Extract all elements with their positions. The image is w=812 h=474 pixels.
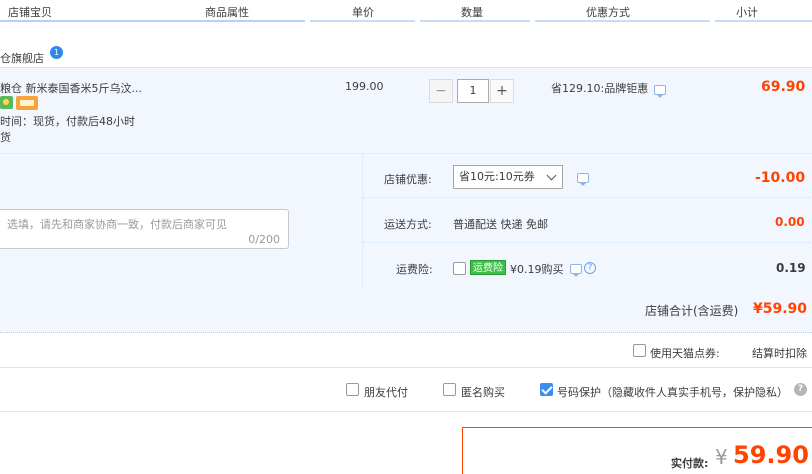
insurance-text: ¥0.19购买	[510, 263, 564, 276]
column-discount: 优惠方式	[586, 6, 630, 19]
delivery-fee: 0.00	[775, 215, 805, 229]
delivery-label: 运送方式:	[384, 218, 432, 231]
quantity-input[interactable]: 1	[457, 79, 489, 103]
checkout-page: 店铺宝贝 商品属性 单价 数量 优惠方式 小计 仓旗舰店 1 粮仓 新米泰国香米…	[0, 0, 812, 474]
number-protect-checkbox[interactable]	[540, 383, 553, 396]
shop-name-link[interactable]: 仓旗舰店	[0, 50, 44, 66]
shop-discount-row: 店铺优惠: 省10元:10元券 -10.00	[363, 154, 812, 198]
column-subtotal: 小计	[736, 6, 758, 19]
header-underline	[310, 20, 415, 22]
shop-discount-label: 店铺优惠:	[384, 173, 432, 186]
points-checkbox[interactable]	[633, 344, 646, 357]
coupon-select[interactable]: 省10元:10元券	[453, 165, 563, 189]
item-title-link[interactable]: 粮仓 新米泰国香米5斤乌汶...	[0, 80, 142, 96]
card-badge-icon	[16, 96, 38, 110]
discount-text: 省129.10:品牌钜惠	[551, 82, 649, 95]
insurance-label: 运费险:	[396, 263, 433, 276]
insurance-row: 运费险: 运费险 ¥0.19购买 ? 0.19	[363, 244, 812, 288]
friend-pay-label[interactable]: 朋友代付	[364, 384, 408, 400]
payment-label: 实付款:	[671, 457, 709, 470]
unit-price: 199.00	[345, 80, 384, 93]
insurance-fee: 0.19	[776, 261, 806, 275]
divider	[0, 411, 812, 412]
coupon-selected-value: 省10元:10元券	[459, 170, 535, 183]
points-label: 使用天猫点券:	[650, 347, 720, 360]
note-counter: 0/200	[248, 233, 280, 246]
shop-total-value: ¥59.90	[753, 301, 808, 317]
column-attributes: 商品属性	[205, 6, 249, 19]
service-options: 店铺优惠: 省10元:10元券 -10.00 运送方式: 普通配送 快递 免邮 …	[362, 154, 812, 288]
points-note: 结算时扣除	[752, 347, 807, 360]
shop-discount-value: -10.00	[755, 170, 806, 186]
order-column-header: 店铺宝贝 商品属性 单价 数量 优惠方式 小计	[0, 0, 812, 22]
header-underline	[0, 20, 305, 22]
insurance-tag: 运费险	[470, 260, 506, 275]
anonymous-checkbox[interactable]	[443, 383, 456, 396]
payment-amount: 59.90	[733, 441, 809, 469]
divider	[0, 367, 812, 368]
item-subtotal: 69.90	[761, 79, 806, 95]
insurance-info-icon[interactable]	[570, 264, 582, 277]
insurance-checkbox[interactable]	[453, 262, 466, 275]
shop-total-band: 店铺合计(含运费) ¥59.90	[0, 288, 812, 333]
quantity-increment-button[interactable]: +	[490, 79, 514, 103]
anonymous-label[interactable]: 匿名购买	[461, 384, 505, 400]
shipping-time: 时间：现货，付款后48小时	[0, 115, 135, 128]
header-underline	[420, 20, 530, 22]
order-item: 粮仓 新米泰国香米5斤乌汶... 时间：现货，付款后48小时 货 199.00 …	[0, 67, 812, 154]
buyer-note-input[interactable]: 选填，请先和商家协商一致，付款后商家可见 0/200	[0, 209, 289, 249]
header-underline	[535, 20, 710, 22]
payment-currency: ¥	[715, 445, 728, 469]
discount-info-icon[interactable]	[654, 85, 666, 98]
header-underline	[715, 20, 812, 22]
note-placeholder: 选填，请先和商家协商一致，付款后商家可见	[7, 218, 227, 231]
wangwang-chat-icon[interactable]: 1	[50, 46, 63, 59]
delivery-value: 普通配送 快递 免邮	[453, 218, 548, 231]
number-protect-label[interactable]: 号码保护（隐藏收件人真实手机号，保护隐私）	[557, 384, 788, 400]
coupon-info-icon[interactable]	[577, 173, 589, 186]
order-services: 选填，请先和商家协商一致，付款后商家可见 0/200 店铺优惠: 省10元:10…	[0, 154, 812, 288]
chevron-down-icon	[546, 170, 557, 181]
column-unit-price: 单价	[352, 6, 374, 19]
delivery-row: 运送方式: 普通配送 快递 免邮 0.00	[363, 199, 812, 243]
quantity-decrement-button[interactable]: −	[429, 79, 453, 103]
column-quantity: 数量	[461, 6, 483, 19]
question-icon[interactable]: ?	[584, 262, 596, 274]
payment-summary: 实付款: ¥ 59.90	[462, 427, 812, 474]
shipping-extra: 货	[0, 131, 11, 144]
friend-pay-checkbox[interactable]	[346, 383, 359, 396]
column-shop-item: 店铺宝贝	[8, 6, 52, 19]
service-badge-icon	[0, 96, 13, 109]
shop-total-label: 店铺合计(含运费)	[645, 304, 739, 318]
help-icon[interactable]: ?	[794, 383, 807, 396]
buyer-note-panel: 选填，请先和商家协商一致，付款后商家可见 0/200	[0, 154, 362, 288]
